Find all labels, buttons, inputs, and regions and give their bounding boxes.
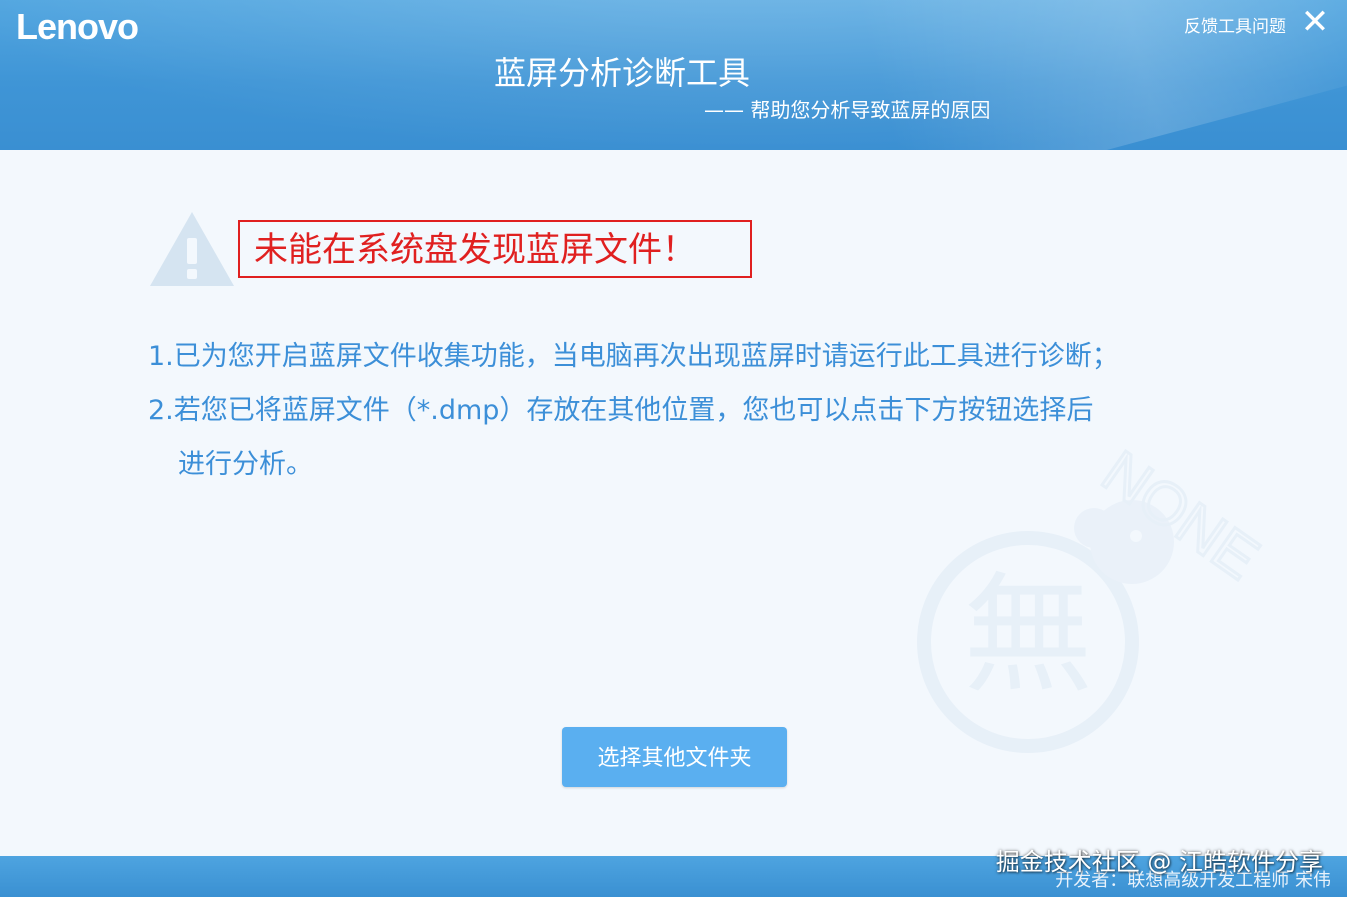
instruction-line-3: 进行分析。 [178, 449, 313, 480]
none-stamp-watermark: 無 NONE [917, 440, 1270, 753]
title-bar: Lenovo 蓝屏分析诊断工具 —— 帮助您分析导致蓝屏的原因 反馈工具问题 ✕ [0, 0, 1347, 150]
community-watermark: 掘金技术社区 @ 江皓软件分享 [995, 848, 1323, 876]
instruction-line-2: 2.若您已将蓝屏文件（*.dmp）存放在其他位置，您也可以点击下方按钮选择后 [148, 395, 1094, 426]
feedback-link[interactable]: 反馈工具问题 [1184, 12, 1286, 37]
instruction-line-1: 1.已为您开启蓝屏文件收集功能，当电脑再次出现蓝屏时请运行此工具进行诊断； [148, 341, 1119, 372]
warning-triangle-icon [150, 212, 234, 286]
app-title: 蓝屏分析诊断工具 [494, 54, 751, 92]
alert-message: 未能在系统盘发现蓝屏文件！ [238, 220, 752, 278]
close-icon[interactable]: ✕ [1298, 4, 1332, 40]
app-subtitle: —— 帮助您分析导致蓝屏的原因 [704, 98, 991, 122]
watermark-glyph: 無 [963, 559, 1093, 711]
lenovo-logo: Lenovo [16, 6, 139, 47]
select-other-folder-button[interactable]: 选择其他文件夹 [562, 727, 787, 787]
